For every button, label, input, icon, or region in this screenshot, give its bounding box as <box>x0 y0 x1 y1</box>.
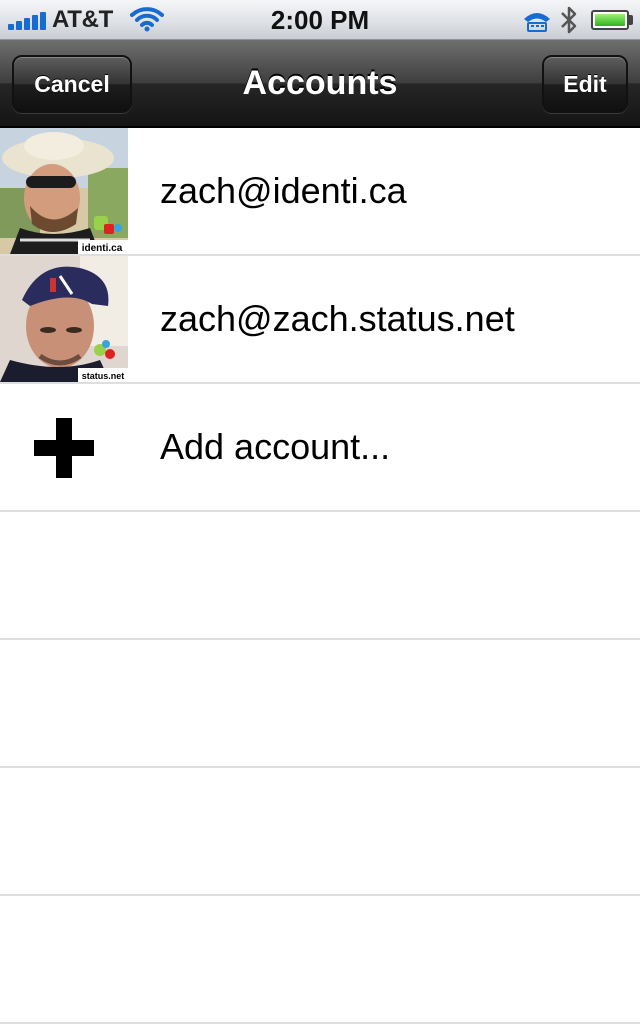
account-label: zach@identi.ca <box>160 170 407 211</box>
avatar-statusnet-icon: status.net <box>0 256 128 382</box>
battery-icon <box>591 10 629 30</box>
account-row-identica[interactable]: identi.ca zach@identi.ca <box>0 128 640 256</box>
page-title: Accounts <box>242 64 398 102</box>
add-account-row[interactable]: Add account... <box>0 384 640 512</box>
add-account-label: Add account... <box>160 426 391 467</box>
avatar-badge-label: identi.ca <box>82 243 123 254</box>
accounts-list: identi.ca zach@identi.ca status.net zach… <box>0 128 640 1024</box>
edit-button[interactable]: Edit <box>542 55 628 113</box>
empty-row <box>0 512 640 640</box>
account-label: zach@zach.status.net <box>160 298 515 339</box>
bluetooth-icon <box>561 6 577 34</box>
account-row-statusnet[interactable]: status.net zach@zach.status.net <box>0 256 640 384</box>
empty-row <box>0 768 640 896</box>
avatar-identica-icon: identi.ca <box>0 128 128 254</box>
cancel-button[interactable]: Cancel <box>12 55 132 113</box>
tty-icon <box>524 13 550 32</box>
empty-row <box>0 896 640 1024</box>
avatar-badge-label: status.net <box>82 371 125 381</box>
status-bar: AT&T 2:00 PM <box>0 0 640 40</box>
plus-icon <box>34 418 94 478</box>
navigation-bar: Cancel Accounts Edit <box>0 40 640 128</box>
empty-row <box>0 640 640 768</box>
battery-tip <box>629 15 633 25</box>
